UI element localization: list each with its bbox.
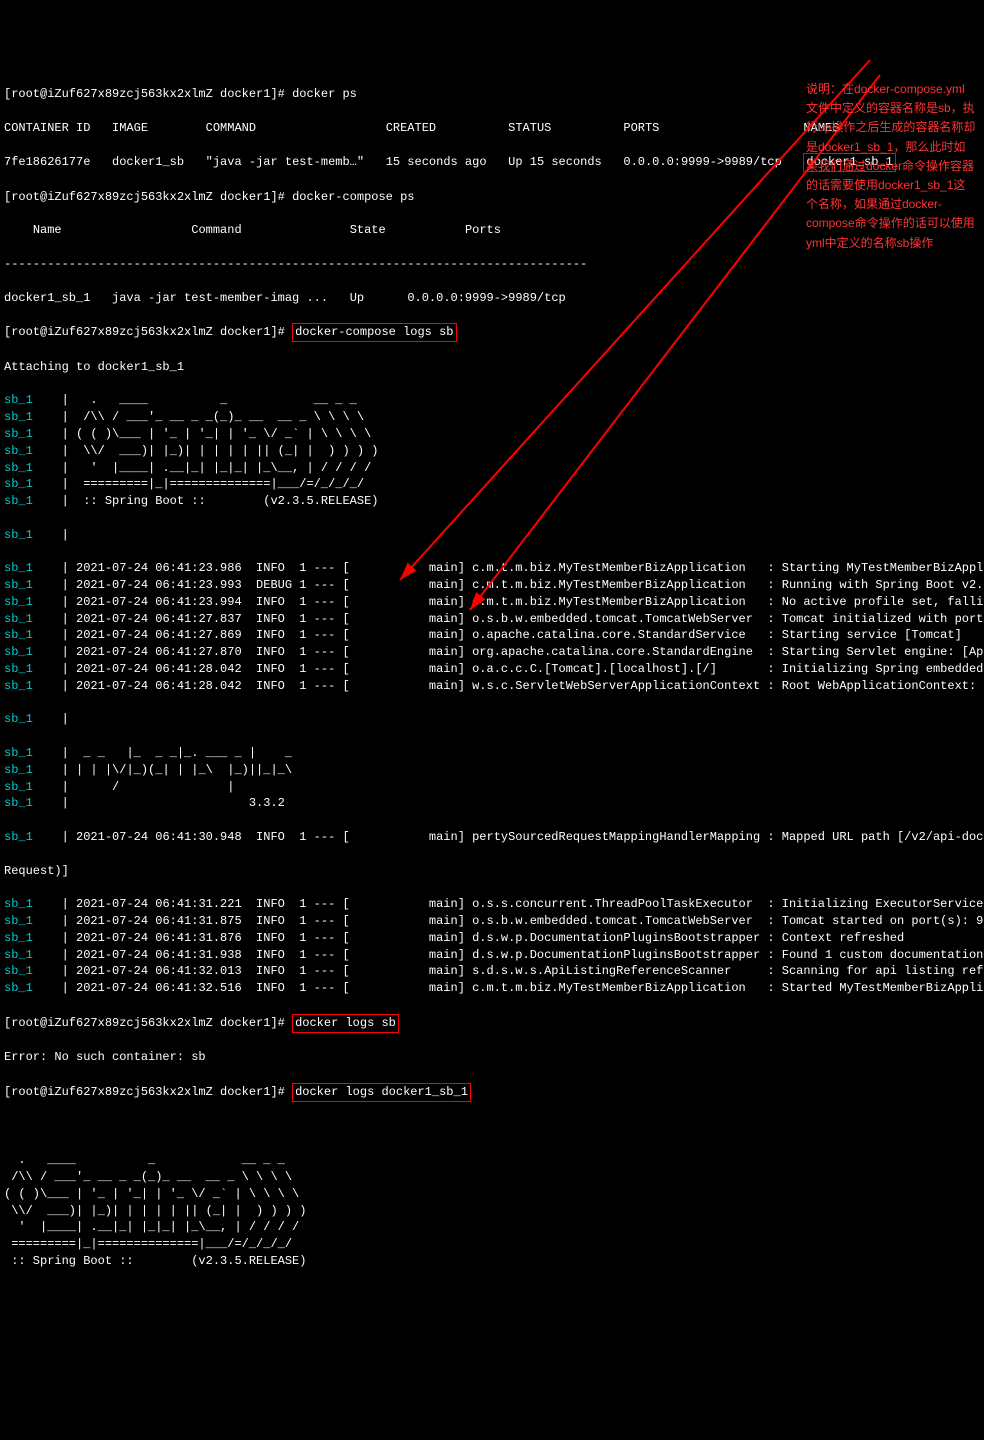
log-row: sb_1 | 2021-07-24 06:41:28.042 INFO 1 --…: [4, 678, 980, 695]
compose-ps-row: docker1_sb_1 java -jar test-member-imag …: [4, 290, 980, 307]
log-row: sb_1 | 2021-07-24 06:41:31.221 INFO 1 --…: [4, 896, 980, 913]
command-text: docker-compose ps: [292, 190, 414, 204]
log-row: sb_1 | 2021-07-24 06:41:23.994 INFO 1 --…: [4, 594, 980, 611]
log-row: sb_1 | 2021-07-24 06:41:27.869 INFO 1 --…: [4, 627, 980, 644]
error-msg: Error: No such container: sb: [4, 1049, 980, 1066]
log-row: sb_1 | 2021-07-24 06:41:23.986 INFO 1 --…: [4, 560, 980, 577]
log-row: sb_1 | 2021-07-24 06:41:31.876 INFO 1 --…: [4, 930, 980, 947]
log-row: sb_1 | 2021-07-24 06:41:32.516 INFO 1 --…: [4, 980, 980, 997]
spring-banner-line: sb_1 | \\/ ___)| |_)| | | | | || (_| | )…: [4, 443, 980, 460]
spring-banner-line: sb_1 | . ____ _ __ _ _: [4, 392, 980, 409]
command-highlight-docker-logs-sb: docker logs sb: [292, 1014, 399, 1033]
log-prefix: sb_1: [4, 712, 33, 726]
spring-banner-line: ' |____| .__|_| |_|_| |_\__, | / / / /: [4, 1219, 980, 1236]
spring-banner-line: sb_1 | =========|_|==============|___/=/…: [4, 476, 980, 493]
shell-prompt: [root@iZuf627x89zcj563kx2xlmZ docker1]#: [4, 1016, 285, 1030]
spring-banner-line: \\/ ___)| |_)| | | | | || (_| | ) ) ) ): [4, 1203, 980, 1220]
shell-prompt: [root@iZuf627x89zcj563kx2xlmZ docker1]#: [4, 1085, 285, 1099]
spring-banner-line: /\\ / ___'_ __ _ _(_)_ __ __ _ \ \ \ \: [4, 1169, 980, 1186]
log-row: sb_1 | 2021-07-24 06:41:23.993 DEBUG 1 -…: [4, 577, 980, 594]
mybatis-banner-line: sb_1 | 3.3.2: [4, 795, 980, 812]
spring-banner-line: sb_1 | :: Spring Boot :: (v2.3.5.RELEASE…: [4, 493, 980, 510]
spring-banner-line: =========|_|==============|___/=/_/_/_/: [4, 1236, 980, 1253]
spring-banner-line: ( ( )\___ | '_ | '_| | '_ \/ _` | \ \ \ …: [4, 1186, 980, 1203]
log-row: sb_1 | 2021-07-24 06:41:31.875 INFO 1 --…: [4, 913, 980, 930]
mybatis-banner-line: sb_1 | / |: [4, 779, 980, 796]
shell-prompt: [root@iZuf627x89zcj563kx2xlmZ docker1]#: [4, 325, 285, 339]
request-line: Request)]: [4, 863, 980, 880]
mybatis-banner-line: sb_1 | _ _ |_ _ _|_. ___ _ | _: [4, 745, 980, 762]
log-row: sb_1 | 2021-07-24 06:41:28.042 INFO 1 --…: [4, 661, 980, 678]
command-text: docker ps: [292, 87, 357, 101]
spring-banner-line: . ____ _ __ _ _: [4, 1152, 980, 1169]
shell-prompt: [root@iZuf627x89zcj563kx2xlmZ docker1]#: [4, 87, 285, 101]
log-row: sb_1 | 2021-07-24 06:41:27.837 INFO 1 --…: [4, 611, 980, 628]
compose-ps-sep: ----------------------------------------…: [4, 256, 980, 273]
log-row: sb_1 | 2021-07-24 06:41:30.948 INFO 1 --…: [4, 829, 980, 846]
log-row: sb_1 | 2021-07-24 06:41:31.938 INFO 1 --…: [4, 947, 980, 964]
spring-banner-line: sb_1 | ( ( )\___ | '_ | '_| | '_ \/ _` |…: [4, 426, 980, 443]
mybatis-banner-line: sb_1 | | | |\/|_)(_| | |_\ |_)||_|_\: [4, 762, 980, 779]
log-row: sb_1 | 2021-07-24 06:41:32.013 INFO 1 --…: [4, 963, 980, 980]
log-row: sb_1 | 2021-07-24 06:41:27.870 INFO 1 --…: [4, 644, 980, 661]
command-highlight-docker-logs-full: docker logs docker1_sb_1: [292, 1083, 471, 1102]
log-prefix: sb_1: [4, 528, 33, 542]
spring-banner-line: :: Spring Boot :: (v2.3.5.RELEASE): [4, 1253, 980, 1270]
spring-banner-line: sb_1 | /\\ / ___'_ __ _ _(_)_ __ __ _ \ …: [4, 409, 980, 426]
spring-banner-line: sb_1 | ' |____| .__|_| |_|_| |_\__, | / …: [4, 460, 980, 477]
command-highlight-logs-sb: docker-compose logs sb: [292, 323, 456, 342]
annotation-text: 说明：在docker-compose.yml文件中定义的容器名称是sb，执行up…: [806, 80, 976, 253]
attach-msg: Attaching to docker1_sb_1: [4, 359, 980, 376]
shell-prompt: [root@iZuf627x89zcj563kx2xlmZ docker1]#: [4, 190, 285, 204]
